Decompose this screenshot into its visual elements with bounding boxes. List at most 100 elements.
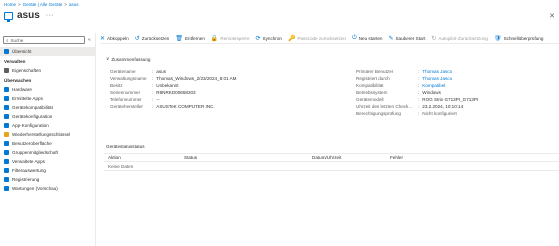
sidebar-item-gerätekonfiguration[interactable]: Gerätekonfiguration: [0, 112, 96, 121]
toolbar-label: Entfernen: [184, 35, 205, 41]
breadcrumb-home[interactable]: Home: [4, 2, 16, 7]
enrollment-icon: [4, 177, 9, 182]
breadcrumb-current[interactable]: asus: [69, 2, 79, 7]
property-label: Kompatibilität: [356, 83, 384, 88]
column-header-action[interactable]: Aktion: [108, 155, 121, 160]
toolbar-label: Sauberer Start: [395, 35, 426, 41]
property-value: Thomas_Windows_2/23/2024_8:01 AM: [156, 76, 237, 81]
restart-icon: ⏻: [351, 34, 357, 41]
search-icon: ⌕: [6, 37, 9, 43]
property-row: Telefonnummer: --: [110, 96, 236, 103]
column-header-error[interactable]: Fehler: [390, 155, 403, 160]
sidebar-item-label: Gruppenmitgliedschaft: [12, 150, 58, 155]
autopilot-reset-button[interactable]: ↻ Autopilot-Zurücksetzung: [431, 35, 488, 42]
property-separator: :: [152, 83, 154, 88]
toolbar-label: Neu starten: [358, 35, 383, 41]
column-header-status[interactable]: Status: [184, 155, 197, 160]
sidebar-item-wartungen-vorschau-[interactable]: Wartungen (Vorschau): [0, 184, 96, 193]
search-placeholder: Suche: [10, 37, 24, 43]
sidebar-item-label: Filterauswertung: [12, 168, 46, 173]
autopilot-reset-icon: ↻: [431, 35, 437, 42]
property-value: Unbekannt: [156, 83, 179, 88]
toolbar-label: Autopilot-Zurücksetzung: [438, 35, 488, 41]
property-row: Besitz: Unbekannt: [110, 82, 236, 89]
sidebar-item-benutzeroberfläche[interactable]: Benutzeroberfläche: [0, 139, 96, 148]
sidebar-item-gerätekompatibilität[interactable]: Gerätekompatibilität: [0, 103, 96, 112]
sidebar-item-label: Hardware: [12, 87, 32, 92]
delete-button[interactable]: 🗑 Entfernen: [175, 35, 205, 42]
sidebar-item-label: Gerätekonfiguration: [12, 114, 53, 119]
property-separator: :: [152, 90, 154, 95]
sidebar-item-ermittelte-apps[interactable]: Ermittelte Apps: [0, 94, 96, 103]
breadcrumb-separator: >: [64, 2, 67, 7]
fresh-start-button[interactable]: ✎ Sauberer Start: [388, 35, 425, 42]
sidebar-item-registrierung[interactable]: Registrierung: [0, 175, 96, 184]
toolbar-label: Synchron: [262, 35, 282, 41]
restart-button[interactable]: ⏻ Neu starten: [352, 35, 383, 42]
property-value: Windows: [422, 90, 441, 95]
property-separator: :: [152, 76, 154, 81]
property-separator: :: [152, 97, 154, 102]
empty-message: Keine Daten: [108, 163, 134, 169]
quick-scan-icon: 🛡: [493, 35, 502, 42]
wipe-icon: ↺: [134, 35, 140, 42]
sidebar-item-filterauswertung[interactable]: Filterauswertung: [0, 166, 96, 175]
toolbar-label: Remotesperre: [220, 35, 250, 41]
property-value-link[interactable]: Kompatibel: [422, 83, 445, 88]
maintenance-icon: [4, 186, 9, 191]
sidebar-item-app-konfiguration[interactable]: App-Konfiguration: [0, 121, 96, 130]
property-label: Telefonnummer: [110, 97, 142, 102]
property-row: Betriebssystem: Windows: [356, 89, 478, 96]
sidebar-item-label: Registrierung: [12, 177, 40, 182]
sidebar: ⌕ Suche « Übersicht Verwalten Eigenschafte…: [0, 33, 96, 246]
quick-scan-button[interactable]: 🛡 Schnellüberprüfung: [494, 35, 543, 42]
search-input[interactable]: ⌕ Suche: [3, 36, 85, 44]
device-icon: [4, 11, 13, 22]
retire-button[interactable]: ✕ Abkoppeln: [100, 35, 129, 42]
property-value: --: [156, 97, 160, 102]
sidebar-item-wiederherstellungsschlüssel[interactable]: Wiederherstellungsschlüssel: [0, 130, 96, 139]
sidebar-item-eigenschaften[interactable]: Eigenschaften: [0, 66, 96, 75]
property-row: Gerätename: asus: [110, 68, 236, 75]
toolbar-label: Zurücksetzen: [141, 35, 170, 41]
property-separator: :: [418, 83, 420, 88]
property-separator: :: [418, 90, 420, 95]
property-row: Seriennummer: R8NRKD00658203: [110, 89, 236, 96]
breadcrumb-all-devices[interactable]: Geräte | Alle Geräte: [23, 2, 63, 7]
sidebar-item-label: Übersicht: [12, 49, 32, 54]
property-row: Kompatibilität: Kompatibel: [356, 82, 478, 89]
group-icon: [4, 150, 9, 155]
configuration-icon: [4, 114, 9, 119]
property-label: Betriebssystem: [356, 90, 388, 95]
property-value: Nicht konfiguriert: [422, 111, 457, 116]
property-row: Gerätehersteller: ASUSTeK COMPUTER INC.: [110, 103, 236, 110]
property-row: Uhrzeit des letzten Check…:23.2.2024, 10…: [356, 103, 478, 110]
sidebar-item-gruppenmitgliedschaft[interactable]: Gruppenmitgliedschaft: [0, 148, 96, 157]
breadcrumb: Home > Geräte | Alle Geräte > asus: [4, 2, 79, 7]
close-icon[interactable]: ✕: [549, 12, 555, 20]
column-header-datetime[interactable]: Datum/Uhrzeit: [312, 155, 341, 160]
collapse-sidebar-icon[interactable]: «: [88, 37, 91, 43]
sidebar-item-hardware[interactable]: Hardware: [0, 85, 96, 94]
user-experience-icon: [4, 141, 9, 146]
property-value-link[interactable]: Thomas Jasco: [422, 69, 452, 74]
property-separator: :: [152, 69, 154, 74]
remote-lock-button[interactable]: 🔒 Remotesperre: [211, 35, 250, 42]
property-row: Primärer Benutzer: Thomas Jasco: [356, 68, 478, 75]
reset-passcode-button[interactable]: 🔑 Passcode zurücksetzen: [288, 35, 346, 42]
sync-button[interactable]: ⟳ Synchron: [256, 35, 282, 42]
property-value: ASUSTeK COMPUTER INC.: [156, 104, 215, 109]
more-options-icon[interactable]: ···: [46, 12, 55, 19]
sidebar-item-verwaltete-apps[interactable]: Verwaltete Apps: [0, 157, 96, 166]
sync-icon: ⟳: [255, 35, 261, 42]
essentials-toggle[interactable]: ∨ Zusammenfassung: [106, 56, 150, 62]
property-value-link[interactable]: Thomas Jasco: [422, 76, 452, 81]
chevron-down-icon: ∨: [106, 56, 110, 61]
property-label: Uhrzeit des letzten Check…: [356, 104, 413, 109]
sidebar-item-übersicht[interactable]: Übersicht: [0, 47, 96, 56]
property-value: R8NRKD00658203: [156, 90, 196, 95]
wipe-button[interactable]: ↺ Zurücksetzen: [135, 35, 170, 42]
property-value: 23.2.2024, 10:10:14: [422, 104, 464, 109]
sidebar-item-label: App-Konfiguration: [12, 123, 49, 128]
property-row: Gerätemodell: ROG Strix G713PI_G713PI: [356, 96, 478, 103]
